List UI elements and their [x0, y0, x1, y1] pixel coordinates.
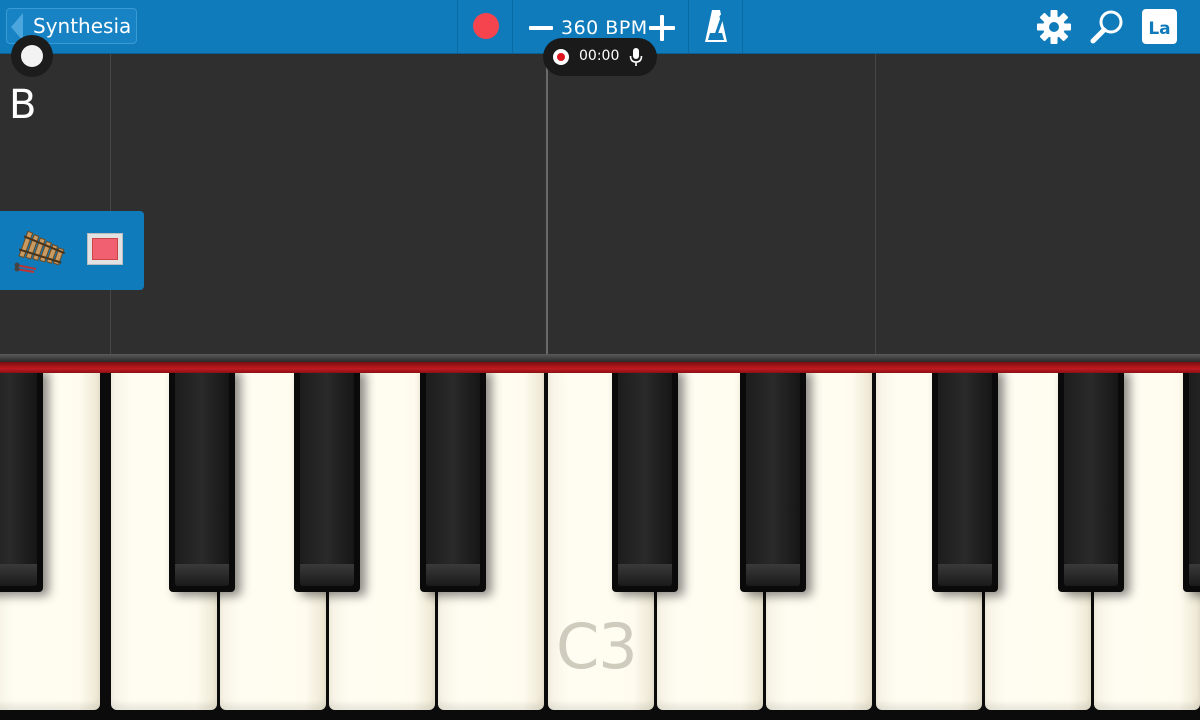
recording-indicator: 00:00: [543, 38, 657, 76]
black-key[interactable]: [169, 368, 235, 592]
record-button[interactable]: [457, 0, 512, 53]
black-key[interactable]: [1058, 368, 1124, 592]
black-key-tip: [618, 564, 672, 586]
settings-button[interactable]: [1036, 9, 1072, 45]
black-key-tip: [300, 564, 354, 586]
c3-key-label: C3: [556, 610, 638, 683]
scroll-handle-knob: [21, 45, 43, 67]
black-key[interactable]: [0, 368, 43, 592]
xylophone-icon[interactable]: [14, 229, 68, 273]
black-key-tip: [426, 564, 480, 586]
black-key-face: [175, 368, 229, 564]
black-key[interactable]: [932, 368, 998, 592]
black-key-tip: [175, 564, 229, 586]
track-color-button[interactable]: [87, 233, 123, 265]
black-key-face: [426, 368, 480, 564]
black-key-face: [300, 368, 354, 564]
black-key-face: [1189, 368, 1200, 564]
black-key-face: [0, 368, 37, 564]
black-key[interactable]: [1183, 368, 1200, 592]
black-key[interactable]: [612, 368, 678, 592]
tempo-decrease-button[interactable]: [529, 26, 553, 30]
plus-icon-vertical: [660, 15, 664, 41]
black-key-face: [618, 368, 672, 564]
black-key-tip: [746, 564, 800, 586]
black-key-tip: [1064, 564, 1118, 586]
playhead-line: [546, 54, 548, 354]
language-button[interactable]: La: [1142, 9, 1177, 44]
scroll-handle[interactable]: [11, 35, 53, 77]
black-key-tip: [0, 564, 37, 586]
search-button[interactable]: [1089, 9, 1125, 45]
black-key[interactable]: [740, 368, 806, 592]
black-key-tip: [938, 564, 992, 586]
measure-line: [110, 54, 111, 354]
black-key[interactable]: [294, 368, 360, 592]
microphone-icon: [629, 48, 643, 66]
recording-dot-core: [557, 53, 565, 61]
tempo-label: 360 BPM: [561, 17, 648, 39]
black-key[interactable]: [420, 368, 486, 592]
metronome-icon: [705, 10, 727, 42]
recording-time: 00:00: [579, 48, 620, 64]
black-key-tip: [1189, 564, 1200, 586]
track-color-fill: [92, 238, 118, 260]
black-key-face: [746, 368, 800, 564]
gear-icon: [1037, 10, 1071, 44]
keyboard-felt: [0, 362, 1200, 373]
search-icon: [1090, 10, 1123, 44]
current-note-label: B: [9, 82, 37, 128]
black-key-face: [1064, 368, 1118, 564]
black-key-face: [938, 368, 992, 564]
back-button-label: Synthesia: [33, 14, 132, 38]
metronome-button[interactable]: [688, 0, 743, 53]
keyboard-edge: [0, 354, 1200, 362]
instrument-panel: [0, 211, 144, 290]
record-icon: [473, 13, 499, 39]
measure-line: [875, 54, 876, 354]
